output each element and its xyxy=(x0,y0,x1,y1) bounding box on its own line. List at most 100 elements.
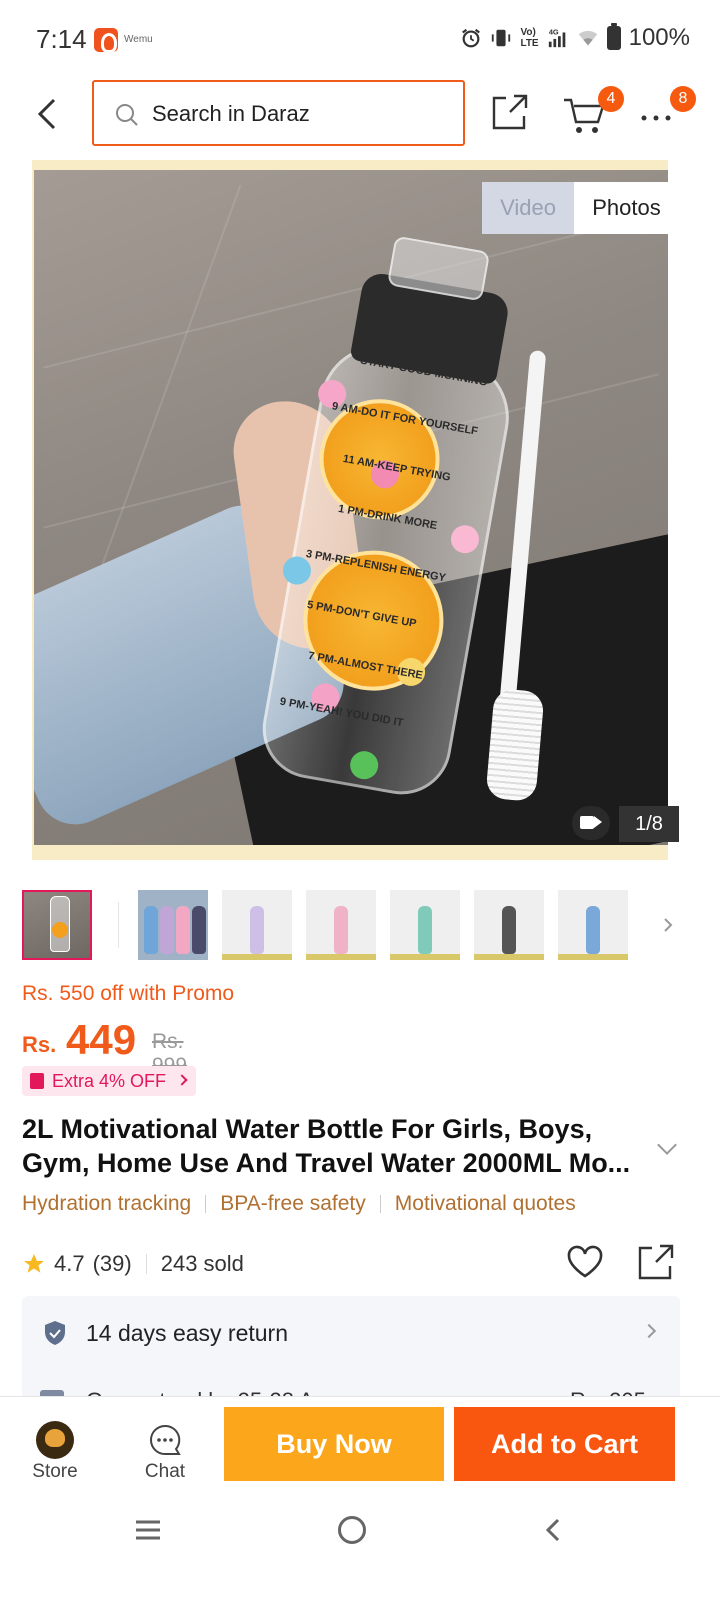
thumbnail-image xyxy=(24,892,90,958)
chevron-right-icon xyxy=(176,1074,188,1086)
battery-icon xyxy=(606,23,621,50)
top-navigation: Search in Daraz 4 8 xyxy=(0,80,720,160)
store-label: Store xyxy=(32,1461,78,1482)
thumbnail-base xyxy=(474,954,544,960)
home-icon[interactable] xyxy=(338,1516,366,1544)
chat-icon xyxy=(150,1424,181,1455)
thumbnail-4[interactable] xyxy=(306,890,376,960)
promo-discount[interactable]: Rs. 550 off with Promo xyxy=(22,982,234,1006)
rating-value: 4.7 xyxy=(54,1251,85,1276)
tag-item: Hydration tracking xyxy=(22,1192,192,1215)
status-time: 7:14 xyxy=(36,24,87,54)
alarm-icon xyxy=(462,28,481,48)
thumbnail-image xyxy=(558,890,628,960)
thumbnail-image xyxy=(474,890,544,960)
extra-off-label: Extra 4% OFF xyxy=(52,1071,167,1091)
search-input[interactable]: Search in Daraz xyxy=(92,80,465,146)
thumbnail-3[interactable] xyxy=(222,890,292,960)
thumbnail-bottle xyxy=(250,906,264,954)
status-indicators: Vo) LTE 4G 100% xyxy=(460,23,690,52)
product-tags: Hydration tracking BPA-free safety Motivat… xyxy=(22,1192,576,1216)
extra-off-voucher[interactable]: Extra 4% OFF xyxy=(22,1066,197,1096)
vibrate-icon xyxy=(492,29,511,47)
system-back-icon[interactable] xyxy=(540,1516,568,1544)
search-placeholder: Search in Daraz xyxy=(152,101,310,126)
thumbnail-6[interactable] xyxy=(474,890,544,960)
thumbnail-base xyxy=(558,954,628,960)
tag-item: BPA-free safety xyxy=(220,1192,366,1215)
tag-separator xyxy=(379,1195,381,1214)
thumbnail-bottle xyxy=(144,906,158,954)
thumbnail-bottle xyxy=(192,906,206,954)
store-avatar xyxy=(36,1421,74,1459)
bottom-action-bar: Store Chat Buy Now Add to Cart xyxy=(0,1396,720,1496)
tab-photos[interactable]: Photos xyxy=(574,182,679,234)
tag-separator xyxy=(205,1195,207,1214)
signal-icon: 4G xyxy=(548,27,565,48)
image-counter: 1/8 xyxy=(619,806,679,842)
product-gallery[interactable]: START-GOOD MORNING 9 AM-DO IT FOR YOURSE… xyxy=(0,160,720,860)
bottle-time-line: 9 PM-YEAH! YOU DID IT xyxy=(278,695,405,730)
chevron-down-icon[interactable] xyxy=(657,1135,677,1155)
chevron-right-icon xyxy=(641,1323,657,1339)
product-photo[interactable]: START-GOOD MORNING 9 AM-DO IT FOR YOURSE… xyxy=(34,170,668,845)
thumbnail-base xyxy=(306,954,376,960)
product-title[interactable]: 2L Motivational Water Bottle For Girls, … xyxy=(22,1112,652,1180)
daraz-notification-icon xyxy=(94,28,118,53)
thumbnail-image xyxy=(138,890,208,960)
return-policy: 14 days easy return xyxy=(86,1320,289,1346)
back-arrow-icon[interactable] xyxy=(30,94,66,134)
tab-video[interactable]: Video xyxy=(482,182,574,234)
recent-apps-icon[interactable] xyxy=(134,1518,162,1542)
thumbnail-1[interactable] xyxy=(22,890,92,960)
cart-count-badge: 4 xyxy=(598,86,624,112)
thumbnail-base xyxy=(390,954,460,960)
thumbnail-bottle xyxy=(334,906,348,954)
thumbnail-bottle xyxy=(502,906,516,954)
voucher-icon xyxy=(30,1073,44,1089)
thumbnail-image xyxy=(222,890,292,960)
battery-level: 100% xyxy=(628,24,690,51)
status-bar: 7:14 Wemu Vo) LTE 4G 100% xyxy=(0,0,720,80)
sticker xyxy=(347,748,381,782)
thumbnail-base xyxy=(222,954,292,960)
buy-now-button[interactable]: Buy Now xyxy=(224,1407,444,1481)
add-to-cart-button[interactable]: Add to Cart xyxy=(454,1407,675,1481)
tag-item: Motivational quotes xyxy=(394,1192,576,1215)
status-app-label: Wemu xyxy=(124,34,153,45)
current-price: 449 xyxy=(66,1016,137,1063)
wifi-icon xyxy=(578,30,597,46)
search-icon xyxy=(116,104,138,126)
heart-icon[interactable] xyxy=(566,1244,604,1280)
thumbnail-image xyxy=(306,890,376,960)
video-camera-icon[interactable] xyxy=(572,806,610,840)
shield-icon xyxy=(45,1321,65,1345)
thumbnail-lemon xyxy=(52,922,68,938)
thumbnail-image xyxy=(390,890,460,960)
thumbnail-strip xyxy=(0,880,720,970)
rating-row[interactable]: 4.7 (39) 243 sold xyxy=(22,1248,244,1280)
thumbnail-5[interactable] xyxy=(390,890,460,960)
share-icon[interactable] xyxy=(490,92,530,132)
rating-separator xyxy=(145,1254,147,1274)
network-label: Vo) LTE xyxy=(520,27,539,49)
price-currency: Rs. xyxy=(22,1032,57,1057)
thumbnail-7[interactable] xyxy=(558,890,628,960)
brush-bristles xyxy=(485,688,545,802)
chevron-right-icon[interactable] xyxy=(660,916,676,934)
media-toggle: Video Photos xyxy=(482,182,679,234)
star-icon xyxy=(24,1254,44,1273)
chat-button[interactable]: Chat xyxy=(120,1397,210,1497)
share-icon[interactable] xyxy=(636,1242,676,1282)
service-card[interactable]: 14 days easy return Guaranteed by 25-28 … xyxy=(22,1296,680,1402)
review-count: (39) xyxy=(92,1251,132,1276)
thumbnail-bottle xyxy=(586,906,600,954)
thumbnail-2[interactable] xyxy=(138,890,208,960)
store-button[interactable]: Store xyxy=(10,1397,100,1497)
svg-text:4G: 4G xyxy=(548,27,558,36)
chat-label: Chat xyxy=(144,1461,186,1482)
more-count-badge: 8 xyxy=(670,86,696,112)
system-navigation-bar xyxy=(0,1496,720,1608)
thumbnail-bottle xyxy=(160,906,174,954)
sold-count: 243 sold xyxy=(160,1251,244,1276)
